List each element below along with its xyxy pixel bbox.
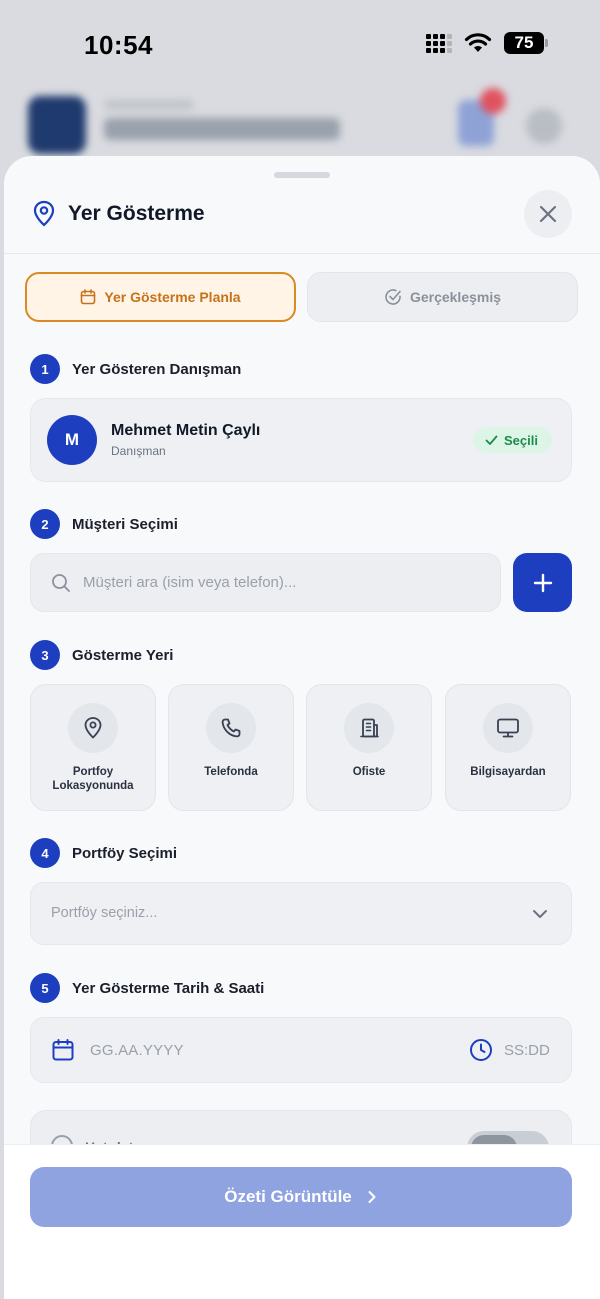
location-option-label: Telefonda — [204, 766, 258, 778]
view-summary-label: Özeti Görüntüle — [224, 1187, 352, 1206]
monitor-icon — [497, 718, 519, 738]
advisor-name: Mehmet Metin Çaylı — [111, 422, 261, 439]
portfolio-select[interactable]: Portföy seçiniz... — [30, 882, 572, 945]
search-icon — [52, 573, 70, 592]
step-badge: 5 — [30, 973, 60, 1003]
location-option-computer[interactable]: Bilgisayardan — [445, 684, 571, 811]
section-title: Yer Gösteren Danışman — [72, 360, 242, 378]
background-username — [104, 118, 340, 140]
advisor-card[interactable]: M Mehmet Metin Çaylı Danışman Seçili — [30, 398, 572, 482]
datetime-field: GG.AA.YYYY SS:DD — [30, 1017, 572, 1083]
chevron-down-icon — [533, 910, 547, 918]
status-icons: 75 — [426, 32, 548, 54]
step-badge: 4 — [30, 838, 60, 868]
section-location-header: 3 Gösterme Yeri — [30, 640, 173, 670]
portfolio-select-placeholder: Portföy seçiniz... — [51, 905, 158, 921]
check-circle-icon — [385, 289, 401, 305]
wifi-icon — [464, 33, 492, 52]
date-input[interactable]: GG.AA.YYYY — [90, 1042, 184, 1059]
battery-icon: 75 — [504, 32, 548, 54]
phone-icon — [221, 718, 241, 738]
section-title: Gösterme Yeri — [72, 646, 174, 664]
clock-icon — [470, 1039, 492, 1061]
add-customer-button[interactable] — [513, 553, 572, 612]
view-summary-button[interactable]: Özeti Görüntüle — [30, 1167, 572, 1227]
background-gear-icon — [526, 108, 562, 144]
location-option-label: Bilgisayardan — [470, 766, 546, 778]
location-option-label: Ofiste — [352, 766, 386, 778]
calendar-icon — [52, 1039, 74, 1061]
customer-search[interactable] — [30, 553, 501, 612]
bottom-sheet: Yer Gösterme Yer Gösterme Planla Gerçekl… — [4, 156, 600, 1299]
section-customer-header: 2 Müşteri Seçimi — [30, 509, 178, 539]
tab-completed-label: Gerçekleşmiş — [409, 289, 502, 305]
sheet-title: Yer Gösterme — [68, 202, 205, 225]
sheet-grabber[interactable] — [274, 172, 330, 178]
avatar: M — [47, 415, 97, 465]
status-badge: Seçili — [473, 427, 552, 453]
search-input[interactable] — [83, 574, 473, 591]
check-icon — [485, 435, 498, 445]
section-portfolio-header: 4 Portföy Seçimi — [30, 838, 177, 868]
section-title: Yer Gösterme Tarih & Saati — [72, 979, 265, 997]
status-bar: 10:54 75 — [0, 0, 600, 90]
cellular-signal-icon — [426, 33, 452, 53]
time-input[interactable]: SS:DD — [504, 1042, 550, 1059]
chevron-right-icon — [368, 1191, 376, 1203]
map-pin-icon — [33, 200, 55, 227]
tab-plan[interactable]: Yer Gösterme Planla — [25, 272, 296, 322]
plus-icon — [533, 573, 552, 592]
background-avatar — [28, 96, 86, 154]
location-option-office[interactable]: Ofiste — [306, 684, 432, 811]
location-option-label: Portfoy Lokasyonunda — [52, 766, 134, 792]
tab-plan-label: Yer Gösterme Planla — [104, 289, 241, 305]
close-icon — [539, 205, 557, 223]
status-badge-label: Seçili — [504, 432, 538, 448]
step-badge: 2 — [30, 509, 60, 539]
building-icon — [360, 718, 379, 738]
step-badge: 3 — [30, 640, 60, 670]
close-button[interactable] — [524, 190, 572, 238]
sheet-header: Yer Gösterme — [4, 186, 600, 254]
background-subtitle — [104, 100, 194, 110]
calendar-icon — [81, 289, 96, 305]
sheet-footer: Özeti Görüntüle — [4, 1144, 600, 1299]
section-advisor-header: 1 Yer Gösteren Danışman — [30, 354, 241, 384]
section-datetime-header: 5 Yer Gösterme Tarih & Saati — [30, 973, 264, 1003]
location-option-portfolio[interactable]: Portfoy Lokasyonunda — [30, 684, 156, 811]
background-notification-dot — [480, 88, 506, 114]
tab-completed[interactable]: Gerçekleşmiş — [307, 272, 578, 322]
location-option-phone[interactable]: Telefonda — [168, 684, 294, 811]
section-title: Müşteri Seçimi — [72, 515, 178, 533]
status-time: 10:54 — [84, 30, 153, 60]
section-title: Portföy Seçimi — [72, 844, 178, 862]
map-pin-icon — [84, 717, 102, 739]
advisor-role: Danışman — [111, 444, 166, 458]
step-badge: 1 — [30, 354, 60, 384]
